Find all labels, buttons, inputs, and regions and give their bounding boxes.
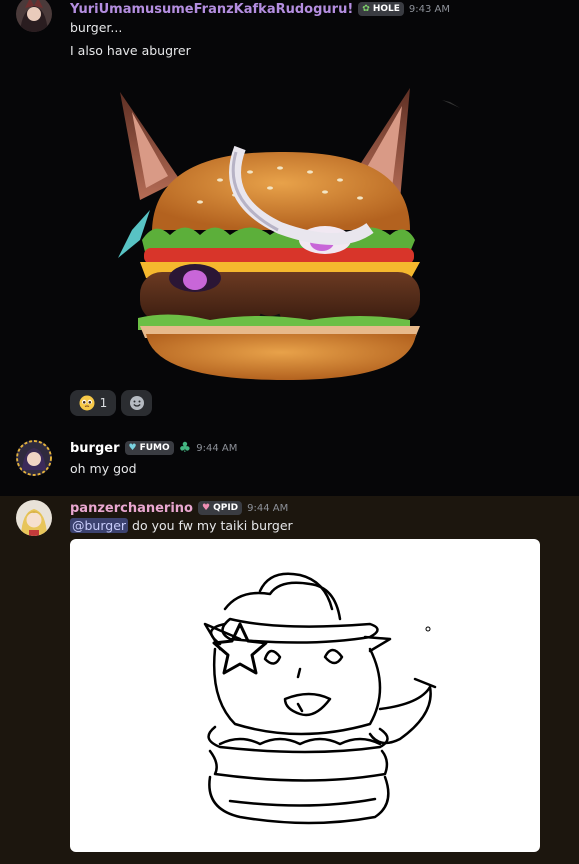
role-tag-label: QPID	[213, 503, 239, 513]
username[interactable]: burger	[70, 441, 120, 456]
reaction-count: 1	[99, 396, 108, 410]
burger-horse-image[interactable]	[110, 80, 465, 380]
role-tag[interactable]: ♥ QPID	[198, 501, 243, 515]
message-text: burger...	[70, 20, 123, 35]
timestamp[interactable]: 9:43 AM	[409, 4, 450, 15]
user-mention[interactable]: @burger	[70, 518, 129, 533]
message-1: YuriUmamusumeFranzKafkaRudoguru! ✿ HOLE …	[0, 0, 579, 436]
avatar[interactable]	[16, 0, 52, 32]
taiki-burger-sketch[interactable]	[70, 539, 540, 852]
username[interactable]: YuriUmamusumeFranzKafkaRudoguru!	[70, 2, 353, 17]
message-text: I also have abugrer	[70, 43, 191, 58]
reaction-pleading[interactable]: 1	[70, 390, 116, 416]
role-tag[interactable]: ✿ HOLE	[358, 2, 404, 16]
avatar[interactable]	[16, 500, 52, 536]
avatar[interactable]	[16, 440, 52, 476]
pleading-face-icon	[79, 395, 95, 411]
message-text: oh my god	[70, 461, 137, 476]
role-tag[interactable]: ♥ FUMO	[124, 441, 174, 455]
role-tag-label: HOLE	[372, 4, 400, 14]
message-3: panzerchanerino ♥ QPID 9:44 AM @burger d…	[0, 496, 579, 864]
message-text: @burger do you fw my taiki burger	[70, 518, 293, 533]
leaf-icon: ✿	[362, 4, 370, 14]
role-tag-label: FUMO	[139, 443, 170, 453]
fumo-icon: ♥	[128, 443, 137, 453]
username[interactable]: panzerchanerino	[70, 501, 193, 516]
timestamp[interactable]: 9:44 AM	[247, 503, 288, 514]
clover-icon: ♣	[178, 440, 192, 456]
heart-icon: ♥	[202, 503, 211, 513]
add-reaction-button[interactable]	[121, 390, 152, 416]
message-text-body: do you fw my taiki burger	[128, 518, 293, 533]
message-2: burger ♥ FUMO ♣ 9:44 AM oh my god	[0, 436, 579, 496]
timestamp[interactable]: 9:44 AM	[196, 443, 237, 454]
add-reaction-icon	[129, 396, 144, 410]
